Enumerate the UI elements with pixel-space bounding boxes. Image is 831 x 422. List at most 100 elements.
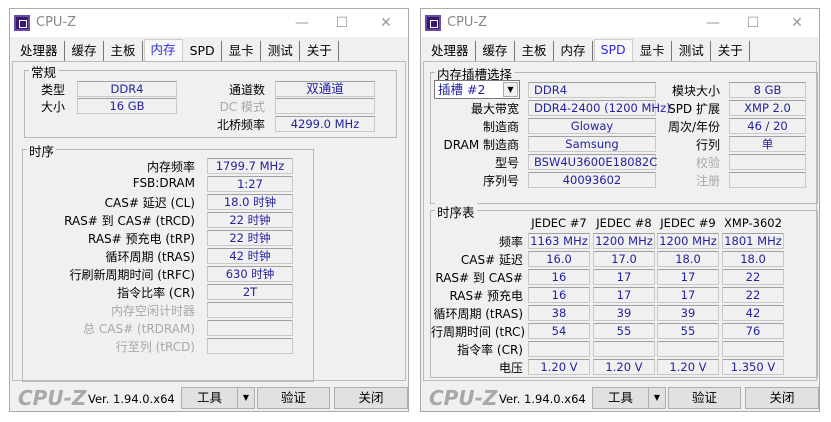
timing-cell (722, 341, 784, 357)
timing-cell: 1.20 V (593, 359, 655, 375)
tab-5[interactable]: 显卡 (634, 41, 672, 61)
spd-value (729, 154, 806, 170)
close-window-button[interactable]: ✕ (372, 13, 400, 33)
tab-7[interactable]: 关于 (712, 41, 750, 61)
tab-0[interactable]: 处理器 (425, 41, 476, 61)
timing-cell: 1200 MHz (593, 233, 655, 249)
validate-button[interactable]: 验证 (257, 387, 330, 409)
close-button[interactable]: 关闭 (334, 387, 408, 409)
timing-cell (657, 341, 719, 357)
timing-row-label: 循环周期 (tRAS) (433, 307, 523, 321)
timing-cell: 76 (722, 323, 784, 339)
version-label: Ver. 1.94.0.x64 (499, 392, 586, 406)
timing-value: 42 时钟 (207, 248, 293, 264)
timing-label: 指令比率 (CR) (117, 286, 195, 300)
tab-4[interactable]: SPD (184, 41, 222, 61)
timing-cell: 1801 MHz (722, 233, 784, 249)
dc-mode-label: DC 模式 (219, 100, 265, 114)
tab-3[interactable]: 内存 (143, 39, 183, 61)
validate-button[interactable]: 验证 (668, 387, 741, 409)
timing-value (207, 320, 293, 336)
timing-value: 2T (207, 284, 293, 300)
timing-cell: 17 (657, 269, 719, 285)
spd-label: 最大带宽 (470, 102, 519, 116)
version-label: Ver. 1.94.0.x64 (88, 392, 175, 406)
timing-cell: 17 (593, 287, 655, 303)
timing-row-label: 频率 (498, 235, 523, 249)
column-header: JEDEC #8 (596, 216, 652, 230)
tools-dropdown-button[interactable]: ▼ (648, 387, 666, 409)
maximize-button[interactable]: ☐ (739, 13, 767, 33)
tab-2[interactable]: 主板 (105, 41, 143, 61)
window-title: CPU-Z (36, 15, 77, 30)
spd-value: Gloway (528, 118, 656, 134)
tab-6[interactable]: 测试 (262, 41, 300, 61)
timing-row-label: RAS# 到 CAS# (435, 271, 523, 285)
timing-value: 630 时钟 (207, 266, 293, 282)
tab-1[interactable]: 缓存 (477, 41, 515, 61)
tab-bar: 处理器 缓存 主板 内存 SPD 显卡 测试 关于 (14, 39, 340, 61)
maximize-button[interactable]: ☐ (328, 13, 356, 33)
timing-cell: 18.0 (722, 251, 784, 267)
timing-label: 内存频率 (146, 160, 195, 174)
spd-value: 8 GB (729, 82, 806, 98)
timing-cell: 39 (657, 305, 719, 321)
spd-label: 注册 (695, 174, 720, 188)
timing-row-label: RAS# 预充电 (449, 289, 523, 303)
timing-value: 22 时钟 (207, 212, 293, 228)
timing-cell: 16 (528, 269, 590, 285)
spd-value: DDR4-2400 (1200 MHz) (528, 100, 671, 116)
size-label: 大小 (40, 100, 65, 114)
timing-value: 1:27 (207, 176, 293, 192)
timing-cell: 22 (722, 287, 784, 303)
minimize-button[interactable]: — (699, 13, 727, 33)
tab-7[interactable]: 关于 (301, 41, 339, 61)
nb-freq-value: 4299.0 MHz (275, 116, 375, 132)
tab-0[interactable]: 处理器 (14, 41, 65, 61)
timing-cell (528, 341, 590, 357)
general-group-title: 常规 (29, 62, 59, 81)
timing-label: 循环周期 (tRAS) (105, 250, 195, 264)
title-bar: CPU-Z — ☐ ✕ (10, 9, 408, 37)
tab-5[interactable]: 显卡 (223, 41, 261, 61)
spd-label: 型号 (494, 156, 519, 170)
cpuz-app-icon (14, 15, 30, 31)
tools-button[interactable]: 工具 (592, 387, 649, 409)
cpuz-window-spd: CPU-Z — ☐ ✕ 处理器 缓存 主板 内存 SPD 显卡 测试 关于 内存插槽选择 插槽 #2 ▼ DD… (420, 8, 820, 412)
timing-cell: 1.20 V (528, 359, 590, 375)
tab-4[interactable]: SPD (593, 39, 633, 61)
type-label: 类型 (40, 83, 65, 97)
spd-label: 模块大小 (671, 84, 720, 98)
timing-cell: 55 (657, 323, 719, 339)
tab-1[interactable]: 缓存 (66, 41, 104, 61)
spd-value: Samsung (528, 136, 656, 152)
minimize-button[interactable]: — (288, 13, 316, 33)
close-window-button[interactable]: ✕ (783, 13, 811, 33)
size-value: 16 GB (77, 98, 177, 114)
timing-cell: 17 (657, 287, 719, 303)
bottom-bar: CPU-Z Ver. 1.94.0.x64 工具 ▼ 验证 关闭 (10, 383, 408, 413)
tab-3[interactable]: 内存 (555, 41, 593, 61)
tab-6[interactable]: 测试 (673, 41, 711, 61)
timing-cell (593, 341, 655, 357)
close-button[interactable]: 关闭 (745, 387, 819, 409)
spd-value: BSW4U3600E18082C (528, 154, 657, 170)
spd-value: XMP 2.0 (729, 100, 806, 116)
dc-mode-value (275, 98, 375, 114)
tab-bar: 处理器 缓存 主板 内存 SPD 显卡 测试 关于 (425, 39, 751, 61)
timing-label: 内存空闲计时器 (110, 304, 195, 318)
timing-cell: 1.350 V (722, 359, 784, 375)
timing-cell: 38 (528, 305, 590, 321)
slot-select[interactable]: 插槽 #2 ▼ (434, 80, 520, 99)
timing-label: CAS# 延迟 (CL) (104, 196, 195, 210)
spd-value (729, 172, 806, 188)
spd-value: 40093602 (528, 172, 656, 188)
tools-dropdown-button[interactable]: ▼ (237, 387, 255, 409)
title-bar: CPU-Z — ☐ ✕ (421, 9, 819, 37)
tab-content: 常规 类型 DDR4 大小 16 GB 通道数 双通道 DC 模式 北桥频率 4299.0 MHz… (12, 61, 406, 382)
timing-cell: 16 (528, 287, 590, 303)
timings-group: 时序 内存频率 1799.7 MHz FSB:DRAM 1:27 CAS# 延迟 (CL)… (22, 141, 314, 382)
chevron-down-icon[interactable]: ▼ (503, 82, 518, 97)
tab-2[interactable]: 主板 (516, 41, 554, 61)
tools-button[interactable]: 工具 (181, 387, 238, 409)
